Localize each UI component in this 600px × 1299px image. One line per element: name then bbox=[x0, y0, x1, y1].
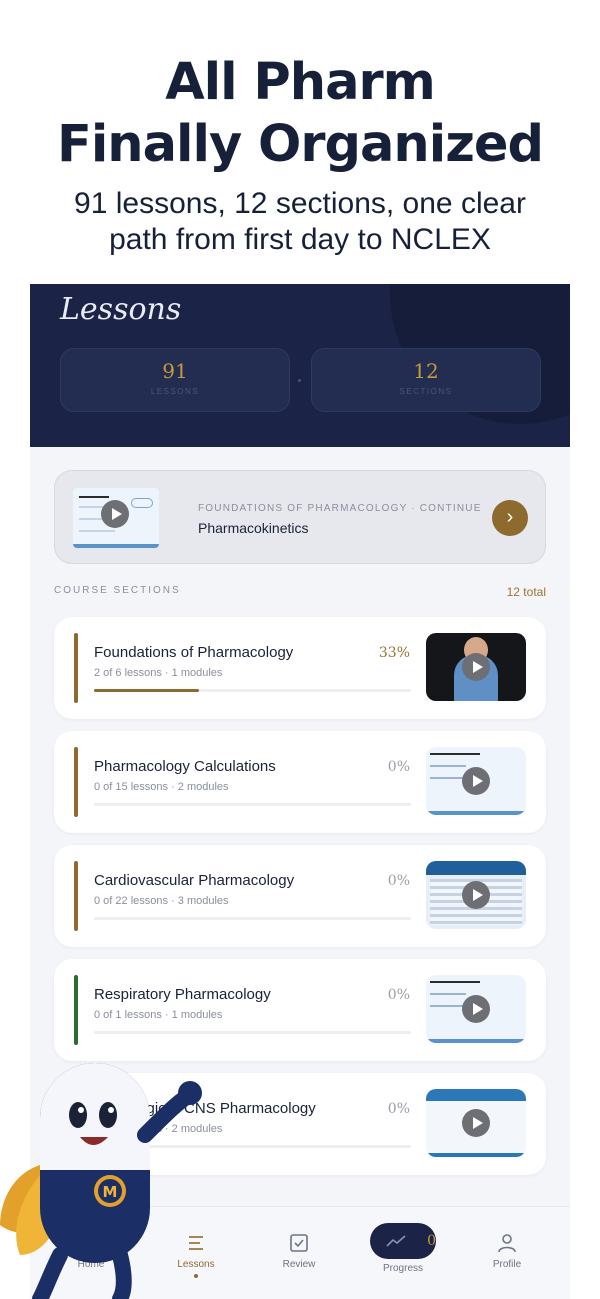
tab-progress-label: Progress bbox=[382, 1263, 423, 1274]
play-icon bbox=[462, 653, 490, 681]
play-icon bbox=[462, 767, 490, 795]
pill-mascot-illustration: M bbox=[0, 1063, 202, 1299]
slide-footer-band bbox=[426, 1153, 526, 1157]
slide-footer-band bbox=[426, 811, 526, 815]
section-title: Cardiovascular Pharmacology bbox=[94, 872, 295, 889]
continue-thumbnail bbox=[73, 488, 159, 548]
play-icon bbox=[462, 1109, 490, 1137]
lessons-stat-value: 91 bbox=[162, 359, 188, 383]
stat-separator bbox=[298, 379, 301, 382]
continue-title: Pharmacokinetics bbox=[198, 520, 309, 536]
section-subtitle: 2 of 6 lessons · 1 modules bbox=[94, 667, 223, 679]
section-accent-bar bbox=[74, 861, 78, 931]
lessons-header: Lessons 91 LESSONS 12 SECTIONS bbox=[30, 284, 570, 447]
section-percent: 0% bbox=[387, 1101, 410, 1117]
section-subtitle: 0 of 15 lessons · 2 modules bbox=[94, 781, 229, 793]
section-title: Respiratory Pharmacology bbox=[94, 986, 271, 1003]
slide-footer-band bbox=[426, 1039, 526, 1043]
page-title: Lessons bbox=[60, 292, 182, 327]
headline-line-2: Finally Organized bbox=[56, 115, 544, 174]
tab-profile[interactable]: Profile bbox=[472, 1231, 542, 1270]
section-title: Foundations of Pharmacology bbox=[94, 644, 294, 661]
slide-text-line bbox=[430, 981, 480, 983]
slide-header-band bbox=[426, 861, 526, 875]
tab-review[interactable]: Review bbox=[264, 1231, 334, 1270]
slide-header-band bbox=[426, 1089, 526, 1101]
subheadline: 91 lessons, 12 sections, one clear path … bbox=[0, 186, 600, 258]
section-progress-bar bbox=[94, 1031, 411, 1034]
section-video-thumbnail[interactable] bbox=[426, 861, 526, 929]
course-sections-count: 12 total bbox=[506, 585, 546, 599]
section-video-thumbnail[interactable] bbox=[426, 747, 526, 815]
chevron-right-icon[interactable]: › bbox=[492, 500, 528, 536]
section-progress-fill bbox=[94, 689, 199, 692]
section-card[interactable]: Cardiovascular Pharmacology 0 of 22 lesso… bbox=[54, 845, 546, 947]
section-percent: 33% bbox=[378, 645, 410, 661]
thumb-text-line bbox=[79, 496, 109, 498]
section-accent-bar bbox=[74, 975, 78, 1045]
tab-profile-label: Profile bbox=[492, 1259, 522, 1270]
progress-pill: 0 bbox=[370, 1223, 436, 1259]
progress-count: 0 bbox=[427, 1233, 436, 1249]
section-accent-bar bbox=[74, 747, 78, 817]
section-percent: 0% bbox=[387, 987, 410, 1003]
thumb-annotation bbox=[131, 498, 153, 508]
sections-stat: 12 SECTIONS bbox=[311, 348, 541, 412]
play-icon bbox=[462, 881, 490, 909]
section-video-thumbnail[interactable] bbox=[426, 975, 526, 1043]
slide-text-line bbox=[430, 993, 466, 995]
section-percent: 0% bbox=[387, 759, 410, 775]
sections-stat-value: 12 bbox=[413, 359, 439, 383]
slide-text-line bbox=[430, 765, 466, 767]
section-progress-bar bbox=[94, 917, 411, 920]
section-title: Pharmacology Calculations bbox=[94, 758, 276, 775]
trend-icon bbox=[385, 1235, 406, 1247]
section-card[interactable]: Pharmacology Calculations 0 of 15 lessons… bbox=[54, 731, 546, 833]
section-video-thumbnail[interactable] bbox=[426, 1089, 526, 1157]
course-sections-header: COURSE SECTIONS 12 total bbox=[54, 585, 546, 601]
tab-progress[interactable]: 0 Progress bbox=[368, 1223, 438, 1274]
thumb-text-line bbox=[79, 530, 115, 532]
sections-stat-label: SECTIONS bbox=[399, 387, 453, 396]
person-icon bbox=[498, 1234, 516, 1253]
play-icon bbox=[462, 995, 490, 1023]
subheadline-line-1: 91 lessons, 12 sections, one clear bbox=[74, 187, 526, 220]
headline-line-1: All Pharm bbox=[165, 53, 436, 112]
section-progress-bar bbox=[94, 803, 411, 806]
section-video-thumbnail[interactable] bbox=[426, 633, 526, 701]
section-card[interactable]: Foundations of Pharmacology 2 of 6 lesson… bbox=[54, 617, 546, 719]
headline: All Pharm Finally Organized bbox=[0, 52, 600, 176]
slide-text-line bbox=[430, 753, 480, 755]
continue-meta: FOUNDATIONS OF PHARMACOLOGY · CONTINUE bbox=[198, 503, 482, 514]
section-accent-bar bbox=[74, 633, 78, 703]
tab-review-label: Review bbox=[282, 1259, 316, 1270]
play-icon bbox=[101, 500, 129, 528]
course-sections-label: COURSE SECTIONS bbox=[54, 585, 181, 596]
section-card[interactable]: Respiratory Pharmacology 0 of 1 lessons ·… bbox=[54, 959, 546, 1061]
lessons-stat-label: LESSONS bbox=[150, 387, 200, 396]
continue-lesson-card[interactable]: FOUNDATIONS OF PHARMACOLOGY · CONTINUE P… bbox=[54, 470, 546, 564]
checkbox-icon bbox=[290, 1234, 308, 1252]
svg-text:M: M bbox=[103, 1183, 118, 1201]
lessons-stat: 91 LESSONS bbox=[60, 348, 290, 412]
section-progress-bar bbox=[94, 689, 411, 692]
section-percent: 0% bbox=[387, 873, 410, 889]
thumb-text-line bbox=[79, 518, 103, 520]
section-subtitle: 0 of 1 lessons · 1 modules bbox=[94, 1009, 223, 1021]
subheadline-line-2: path from first day to NCLEX bbox=[109, 223, 491, 256]
section-subtitle: 0 of 22 lessons · 3 modules bbox=[94, 895, 229, 907]
